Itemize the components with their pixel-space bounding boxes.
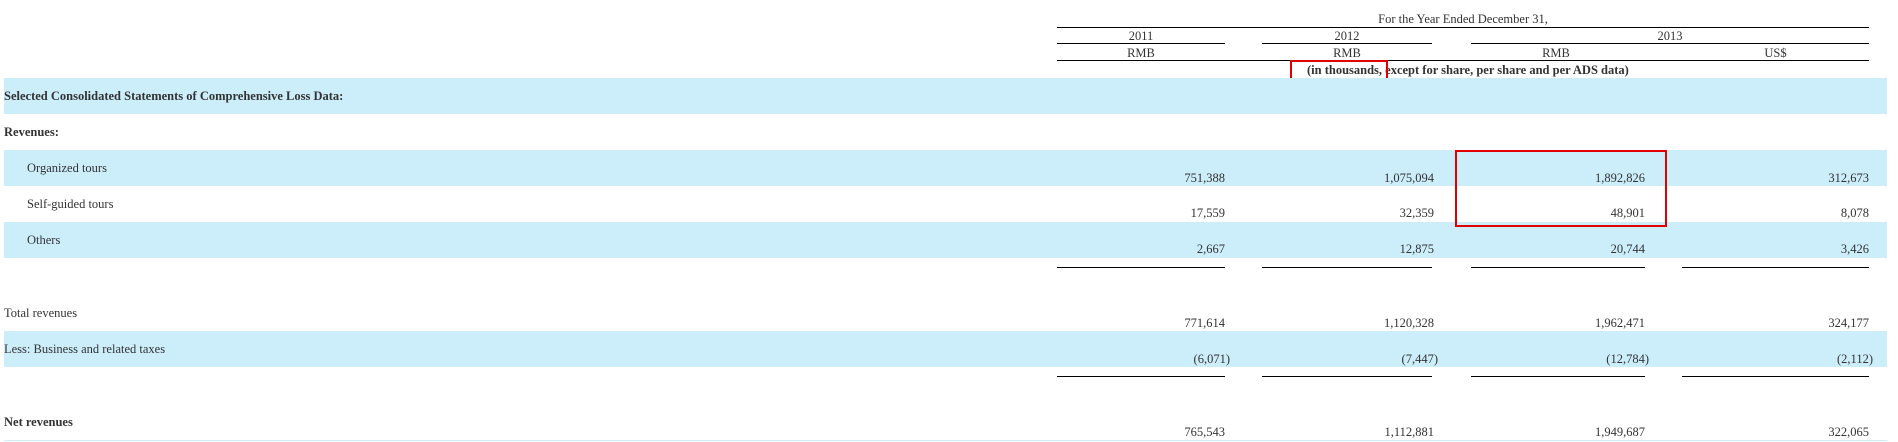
net-rule	[1057, 376, 1225, 377]
value-cell: (2,112)	[1837, 352, 1873, 366]
year-rule	[1057, 43, 1225, 44]
value-cell: 771,614	[1184, 316, 1225, 330]
value-cell: 322,065	[1828, 425, 1869, 439]
year-2012: 2012	[1334, 29, 1360, 43]
value-cell: 1,112,881	[1384, 425, 1434, 439]
value-cell: 17,559	[1190, 206, 1225, 220]
revenues-label: Revenues:	[4, 125, 59, 139]
period-header: For the Year Ended December 31,	[1378, 12, 1548, 26]
value-cell: 1,949,687	[1595, 425, 1645, 439]
year-rule	[1471, 43, 1869, 44]
net-rule	[1471, 376, 1645, 377]
value-cell: 1,120,328	[1384, 316, 1434, 330]
currency-2012: RMB	[1333, 46, 1361, 60]
row-label: Organized tours	[27, 161, 107, 175]
value-cell: (12,784)	[1606, 352, 1649, 366]
value-cell: 1,962,471	[1595, 316, 1645, 330]
year-2011: 2011	[1128, 29, 1154, 43]
net-rule	[1682, 376, 1869, 377]
value-cell: 32,359	[1399, 206, 1434, 220]
row-label: Others	[27, 233, 61, 247]
value-cell: 751,388	[1184, 171, 1225, 185]
subtotal-rule	[1471, 267, 1645, 268]
currency-2013-usd: US$	[1764, 46, 1787, 60]
value-cell: 8,078	[1840, 206, 1869, 220]
row-label: Total revenues	[4, 306, 78, 320]
row-band	[4, 222, 1887, 258]
value-cell: 2,667	[1196, 242, 1225, 256]
value-cell: 20,744	[1610, 242, 1645, 256]
value-cell: 3,426	[1840, 242, 1869, 256]
currency-2013-rmb: RMB	[1542, 46, 1570, 60]
value-cell: (7,447)	[1401, 352, 1438, 366]
row-band	[4, 331, 1887, 367]
year-2013: 2013	[1657, 29, 1683, 43]
row-label: Less: Business and related taxes	[4, 342, 166, 356]
currency-2011: RMB	[1127, 46, 1155, 60]
header-rule	[1057, 27, 1869, 28]
value-cell: 765,543	[1184, 425, 1225, 439]
bottom-edge	[4, 440, 1887, 441]
section-title: Selected Consolidated Statements of Comp…	[4, 89, 344, 103]
row-label: Net revenues	[4, 415, 73, 429]
value-cell: 324,177	[1828, 316, 1869, 330]
subtotal-rule	[1682, 267, 1869, 268]
row-label: Self-guided tours	[27, 197, 114, 211]
value-cell: 1,075,094	[1384, 171, 1434, 185]
value-cell: 12,875	[1399, 242, 1434, 256]
currency-rule	[1057, 60, 1869, 61]
value-cell: (6,071)	[1193, 352, 1230, 366]
subtotal-rule	[1262, 267, 1432, 268]
subtotal-rule	[1057, 267, 1225, 268]
net-rule	[1262, 376, 1432, 377]
highlight-box-values	[1455, 150, 1667, 227]
year-rule	[1262, 43, 1432, 44]
value-cell: 312,673	[1828, 171, 1869, 185]
